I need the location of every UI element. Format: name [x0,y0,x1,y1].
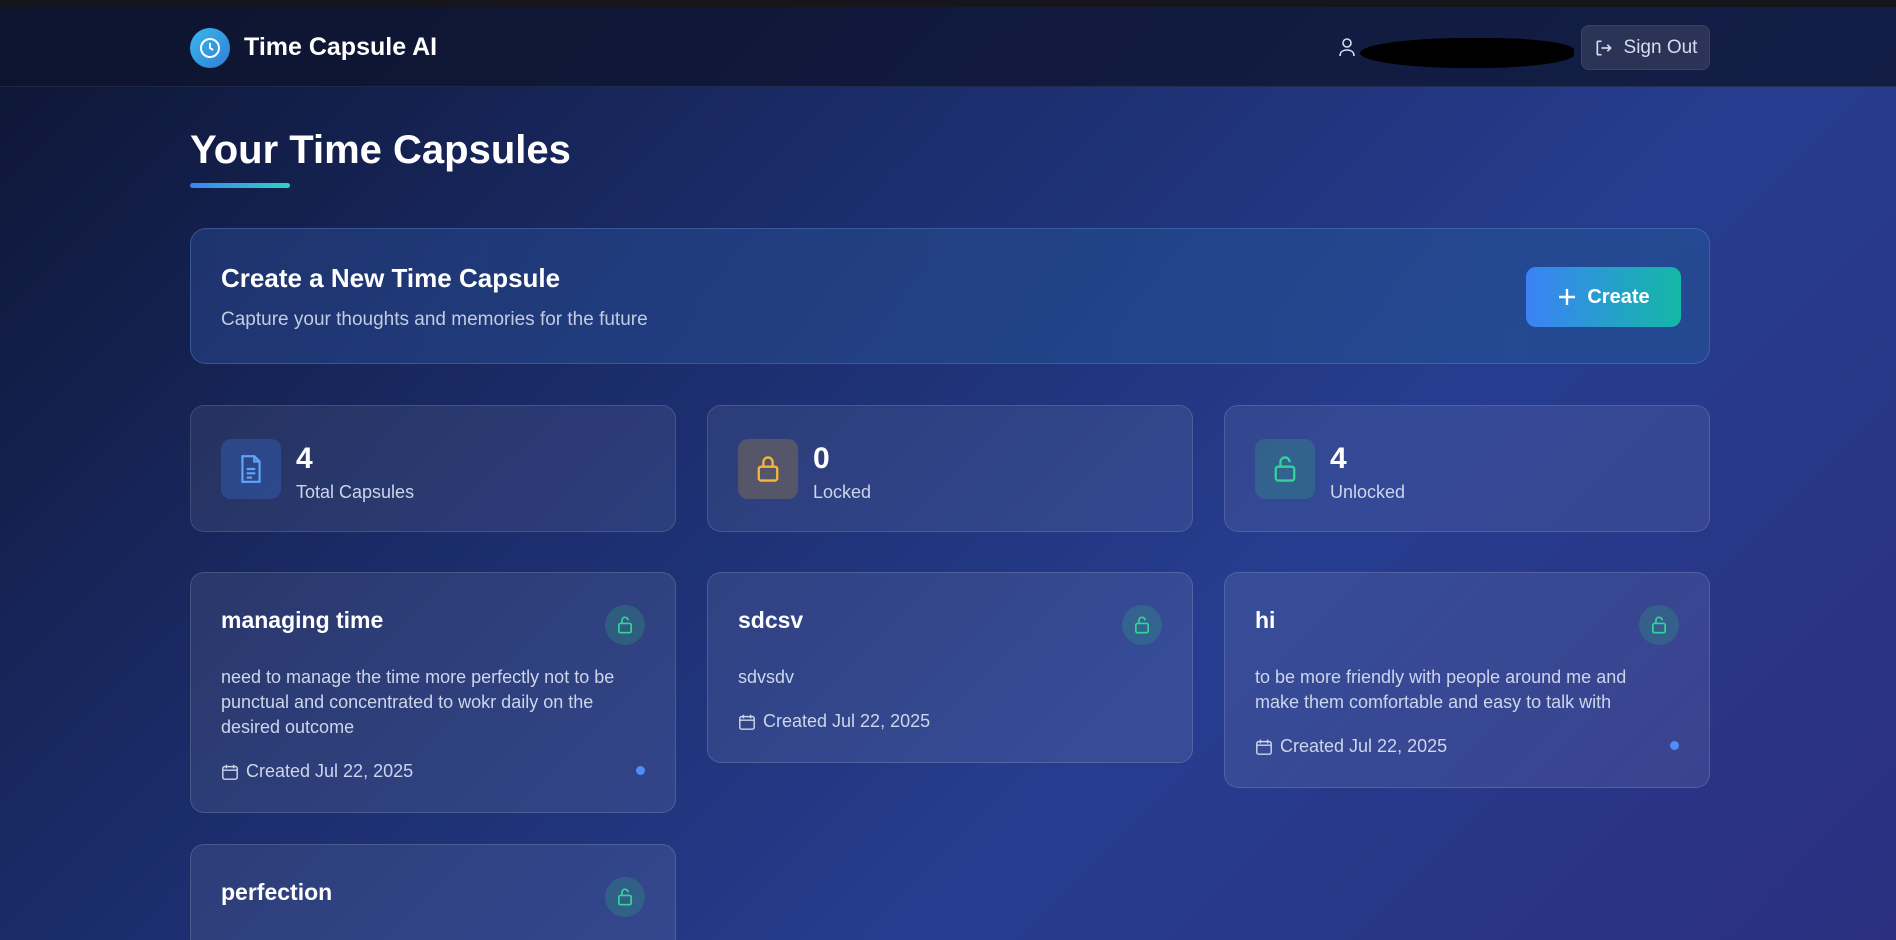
calendar-icon [739,714,755,730]
unlock-icon [1639,605,1679,645]
create-capsule-card: Create a New Time Capsule Capture your t… [190,228,1710,364]
create-card-subtitle: Capture your thoughts and memories for t… [221,309,648,330]
unlock-icon [605,605,645,645]
capsule-date-text: Created Jul 22, 2025 [246,761,414,781]
stat-unlocked: 4 Unlocked [1224,405,1710,532]
plus-icon [1559,289,1576,305]
capsule-body: need to manage the time more perfectly n… [221,667,615,737]
capsule-body: to be more friendly with people around m… [1255,667,1627,712]
capsule-title: sdcsv [738,607,804,633]
stat-label: Unlocked [1330,482,1406,502]
calendar-icon [1256,739,1272,755]
unlock-icon [1255,439,1315,499]
capsule-title: perfection [221,879,333,905]
status-dot [636,766,645,775]
capsule-title: hi [1255,607,1276,633]
stat-label: Total Capsules [296,482,415,502]
document-icon [221,439,281,499]
user-name-redacted [1360,38,1574,68]
capsule-date: Created Jul 22, 2025 [738,711,930,732]
stat-value: 4 [296,442,313,475]
user-icon [1339,38,1355,57]
capsule-date: Created Jul 22, 2025 [221,761,413,782]
unlock-icon [1122,605,1162,645]
window-top-strip [0,0,1896,7]
page-title: Your Time Capsules [190,128,571,172]
stat-label: Locked [813,482,872,502]
capsule-card[interactable]: sdcsv sdvsdv Created Jul 22, 2025 [707,572,1193,763]
title-underline [190,183,290,188]
sign-out-label: Sign Out [1623,36,1698,58]
create-card-title: Create a New Time Capsule [221,263,561,293]
sign-out-button[interactable]: Sign Out [1581,25,1710,70]
app-header: Time Capsule AI Sign Out [0,7,1896,87]
capsule-body: sdvsdv [738,667,795,687]
create-button[interactable]: Create [1526,267,1681,327]
stat-locked: 0 Locked [707,405,1193,532]
unlock-icon [605,877,645,917]
capsule-date-text: Created Jul 22, 2025 [1280,736,1448,756]
sign-out-icon [1596,40,1612,55]
stat-total-capsules: 4 Total Capsules [190,405,676,532]
clock-logo-icon[interactable] [190,28,230,68]
capsule-date: Created Jul 22, 2025 [1255,736,1447,757]
stat-value: 4 [1330,442,1347,475]
create-button-label: Create [1587,285,1650,308]
capsule-card[interactable]: hi to be more friendly with people aroun… [1224,572,1710,788]
lock-icon [738,439,798,499]
capsule-date-text: Created Jul 22, 2025 [763,711,931,731]
capsule-card[interactable]: managing time need to manage the time mo… [190,572,676,813]
capsule-card[interactable]: perfection [190,844,676,940]
app-title[interactable]: Time Capsule AI [244,33,437,62]
status-dot [1670,741,1679,750]
calendar-icon [222,764,238,780]
stat-value: 0 [813,442,830,475]
capsule-title: managing time [221,607,384,633]
